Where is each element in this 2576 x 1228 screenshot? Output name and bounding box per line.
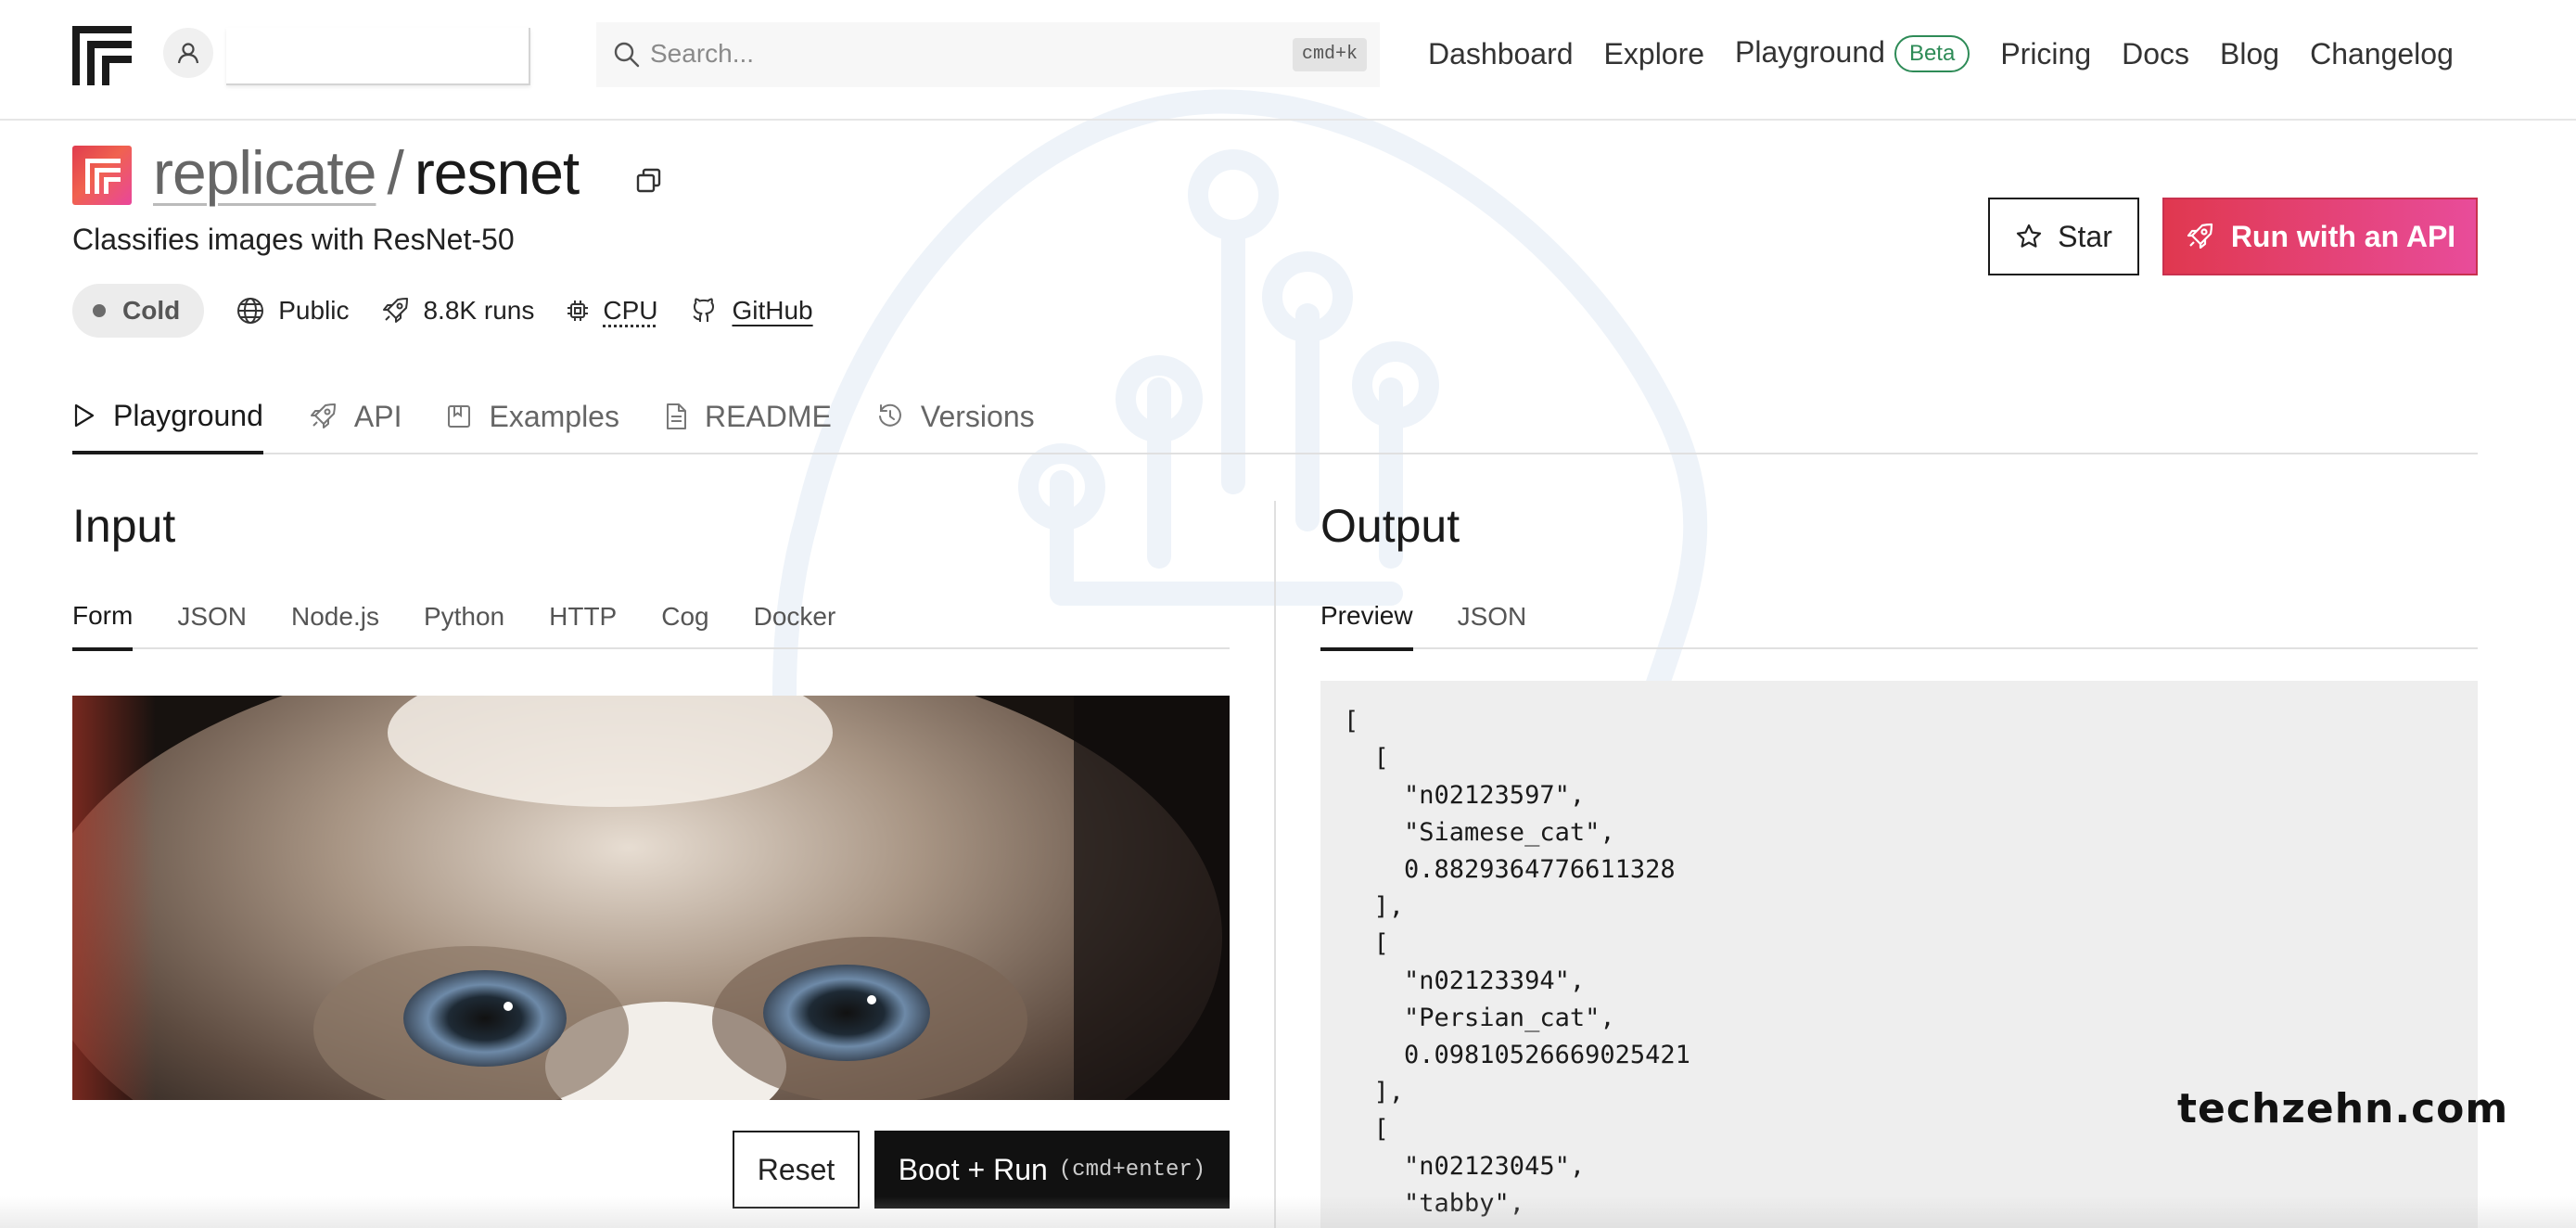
search-input[interactable] [650, 32, 1206, 76]
hardware-label: CPU [603, 296, 658, 325]
main-nav: Dashboard Explore Playground Beta Pricing… [1397, 28, 2454, 80]
search-bar: cmd+k [596, 22, 1380, 87]
account-dropdown[interactable] [226, 28, 530, 85]
input-image-preview[interactable] [72, 696, 1230, 1100]
column-divider [1274, 501, 1276, 1228]
output-tab-preview[interactable]: Preview [1320, 584, 1413, 651]
tab-examples-label: Examples [489, 399, 619, 433]
status-dot-icon [93, 304, 106, 317]
replicate-logo-icon[interactable] [72, 26, 132, 85]
user-avatar[interactable] [163, 28, 213, 78]
rocket-icon [310, 403, 336, 429]
boot-run-label: Boot + Run [898, 1152, 1048, 1186]
nav-changelog[interactable]: Changelog [2310, 37, 2454, 71]
model-meta-row: Cold Public 8.8K runs CPU GitHub [72, 284, 813, 338]
visibility-item: Public [236, 296, 349, 326]
history-icon [878, 403, 901, 427]
hardware-item[interactable]: CPU [566, 296, 657, 326]
tab-playground-label: Playground [113, 398, 263, 432]
bookmark-square-icon [448, 405, 471, 428]
document-icon [666, 403, 686, 429]
globe-icon [237, 298, 264, 324]
tab-versions-label: Versions [920, 399, 1035, 433]
nav-dashboard[interactable]: Dashboard [1428, 37, 1574, 71]
model-title: replicate / resnet [153, 137, 580, 208]
input-heading: Input [72, 500, 176, 552]
input-format-tabs: Form JSON Node.js Python HTTP Cog Docker [72, 584, 1230, 651]
run-with-api-label: Run with an API [2230, 219, 2456, 253]
nav-docs[interactable]: Docs [2122, 37, 2189, 71]
input-tab-python[interactable]: Python [424, 584, 504, 649]
star-icon [2017, 224, 2042, 248]
top-navbar: cmd+k Dashboard Explore Playground Beta P… [0, 0, 2576, 121]
input-tab-json[interactable]: JSON [177, 584, 247, 649]
input-tab-nodejs[interactable]: Node.js [291, 584, 379, 649]
output-tab-json[interactable]: JSON [1458, 584, 1527, 649]
rocket-icon [2187, 223, 2213, 249]
status-label: Cold [122, 296, 181, 325]
star-button[interactable]: Star [1988, 198, 2139, 275]
replicate-model-logo-icon [85, 159, 121, 194]
github-label: GitHub [732, 296, 813, 325]
model-description: Classifies images with ResNet-50 [72, 223, 515, 256]
input-tab-http[interactable]: HTTP [549, 584, 617, 649]
runs-item: 8.8K runs [380, 296, 534, 326]
tab-readme[interactable]: README [664, 380, 832, 453]
visibility-label: Public [278, 296, 350, 325]
nav-playground-label: Playground [1735, 34, 1885, 69]
nav-blog[interactable]: Blog [2220, 37, 2279, 71]
nav-playground[interactable]: Playground Beta [1735, 35, 1970, 73]
tab-readme-label: README [704, 399, 832, 433]
beta-badge: Beta [1894, 35, 1970, 73]
output-format-tabs: Preview JSON [1320, 584, 2478, 651]
model-owner-link[interactable]: replicate [153, 138, 376, 207]
rocket-icon [383, 298, 409, 323]
model-name: resnet [414, 138, 580, 207]
boot-run-shortcut-hint: (cmd+enter) [1058, 1157, 1206, 1183]
tab-versions[interactable]: Versions [876, 380, 1035, 453]
github-icon [693, 298, 715, 322]
site-watermark-text: techzehn.com [2177, 1085, 2509, 1132]
model-owner-avatar[interactable] [72, 146, 132, 205]
play-icon [74, 403, 95, 428]
nav-pricing[interactable]: Pricing [2000, 37, 2091, 71]
search-icon [614, 42, 640, 68]
run-with-api-button[interactable]: Run with an API [2162, 198, 2478, 275]
copy-icon[interactable] [635, 167, 663, 195]
tab-api-label: API [353, 399, 402, 433]
runs-count: 8.8K runs [423, 296, 535, 325]
github-link[interactable]: GitHub [689, 296, 813, 326]
search-shortcut-hint: cmd+k [1292, 38, 1367, 71]
output-json-code: [ [ "n02123597", "Siamese_cat", 0.882936… [1344, 707, 1690, 1218]
input-tab-cog[interactable]: Cog [661, 584, 708, 649]
user-icon [177, 43, 199, 64]
reset-button[interactable]: Reset [733, 1131, 860, 1209]
input-tab-form[interactable]: Form [72, 584, 134, 651]
output-preview-panel: [ [ "n02123597", "Siamese_cat", 0.882936… [1320, 681, 2478, 1228]
nav-explore[interactable]: Explore [1604, 37, 1705, 71]
status-badge: Cold [72, 284, 205, 338]
tab-api[interactable]: API [308, 380, 402, 453]
tab-examples[interactable]: Examples [446, 380, 619, 453]
title-separator: / [387, 138, 403, 207]
cat-photo [72, 696, 1230, 1100]
tab-playground[interactable]: Playground [72, 380, 263, 454]
output-heading: Output [1320, 500, 1460, 552]
model-tabs: Playground API Examples README Versions [72, 380, 2478, 454]
star-button-label: Star [2058, 219, 2112, 253]
boot-run-button[interactable]: Boot + Run (cmd+enter) [874, 1131, 1230, 1209]
cpu-chip-icon [567, 301, 589, 321]
input-tab-docker[interactable]: Docker [754, 584, 836, 649]
